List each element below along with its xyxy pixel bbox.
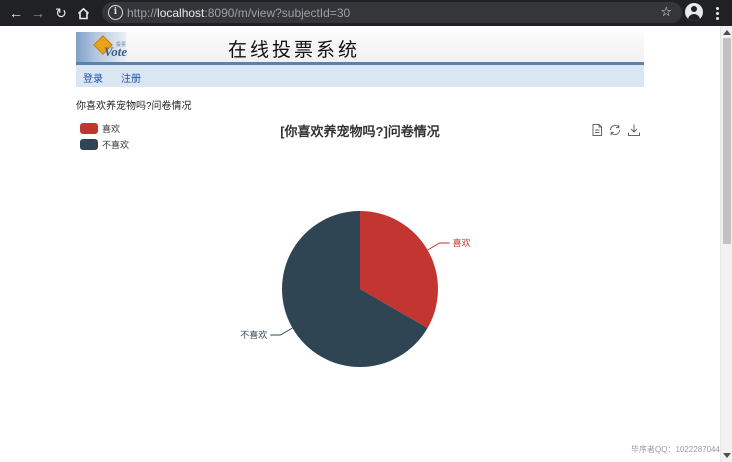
site-banner: Vote 投票 在线投票系统	[76, 32, 644, 62]
page-heading: 你喜欢养宠物吗?问卷情况	[76, 101, 192, 112]
address-bar[interactable]: i http://localhost:8090/m/view?subjectId…	[102, 2, 682, 23]
pie-label-line-0	[427, 242, 450, 251]
login-link[interactable]: 登录	[83, 70, 103, 85]
browser-menu-icon[interactable]	[712, 0, 722, 26]
forward-arrow-icon[interactable]: →	[28, 0, 48, 26]
pie-label-line-1	[270, 327, 293, 336]
site-title: 在线投票系统	[228, 39, 361, 61]
back-arrow-icon[interactable]: ←	[6, 0, 26, 26]
top-nav: 登录 注册	[76, 65, 644, 87]
browser-toolbar: ← → ↻ i http://localhost:8090/m/view?sub…	[0, 0, 732, 26]
pie-chart: 喜欢 不喜欢 [你喜欢养宠物吗?]问卷情况 喜欢 不喜欢	[76, 112, 644, 452]
watermark-text: 毕序者QQ：1022287044	[631, 445, 720, 454]
home-icon[interactable]	[73, 0, 93, 26]
pie-plot: 喜欢不喜欢	[240, 211, 471, 367]
register-link[interactable]: 注册	[121, 70, 141, 85]
reload-icon[interactable]: ↻	[51, 0, 71, 26]
pie-label-1: 不喜欢	[240, 329, 267, 340]
url-prefix: http://	[127, 6, 158, 20]
url-text[interactable]: http://localhost:8090/m/view?subjectId=3…	[127, 6, 350, 20]
url-host: localhost	[157, 6, 205, 20]
scroll-thumb[interactable]	[723, 38, 731, 244]
url-path: :8090/m/view?subjectId=30	[204, 6, 351, 20]
scroll-up-icon[interactable]	[723, 30, 731, 35]
profile-avatar-icon[interactable]	[685, 3, 703, 21]
scroll-down-icon[interactable]	[723, 453, 731, 458]
logo-small-text: 投票	[116, 42, 127, 48]
pie-label-0: 喜欢	[453, 237, 471, 248]
bookmark-star-icon[interactable]: ☆	[660, 4, 672, 20]
page-scrollbar[interactable]	[720, 26, 732, 462]
site-info-icon[interactable]: i	[108, 5, 123, 20]
